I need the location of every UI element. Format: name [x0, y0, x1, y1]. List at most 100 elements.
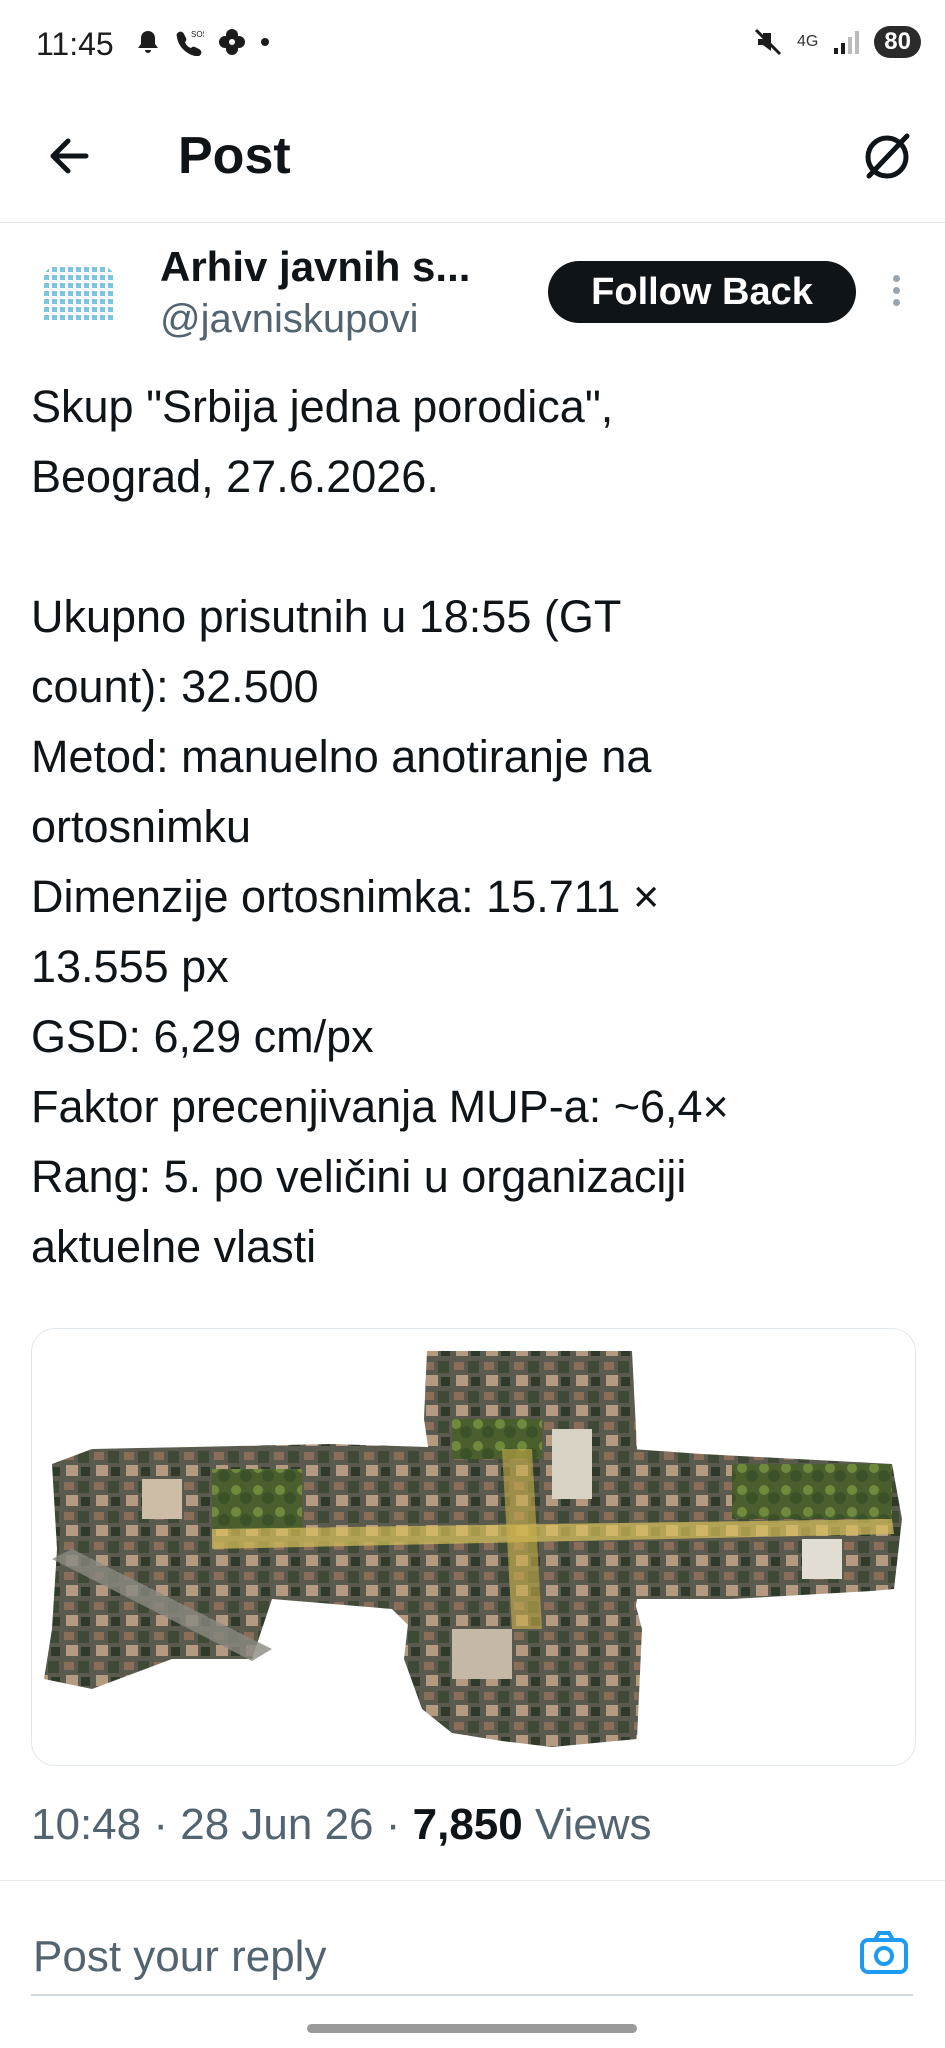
avatar[interactable] [34, 257, 124, 347]
logo-dot [60, 275, 65, 280]
logo-dot [84, 299, 89, 304]
logo-dot [68, 299, 73, 304]
logo-dot [44, 291, 49, 296]
post-text: Skup "Srbija jedna porodica", Beograd, 2… [31, 381, 729, 1272]
post-media-image[interactable] [31, 1328, 916, 1766]
logo-dot [108, 291, 113, 296]
views-label: Views [534, 1800, 652, 1849]
logo-dot [76, 267, 81, 272]
logo-dot [76, 283, 81, 288]
sos-call-icon: SOS [176, 30, 204, 56]
logo-dot [60, 315, 65, 320]
logo-dot [76, 315, 81, 320]
logo-dot [76, 299, 81, 304]
logo-dot [52, 283, 57, 288]
logo-dot [68, 291, 73, 296]
dot-icon [261, 38, 269, 46]
logo-dot [100, 307, 105, 312]
status-time: 11:45 [36, 26, 114, 62]
reply-bar [31, 1920, 911, 1994]
post-date: 28 Jun 26 [180, 1800, 374, 1849]
mute-icon [754, 28, 782, 56]
logo-dot [52, 299, 57, 304]
logo-dot [100, 283, 105, 288]
logo-dot [100, 291, 105, 296]
logo-dot [84, 315, 89, 320]
logo-dot [108, 275, 113, 280]
back-button[interactable] [40, 126, 100, 186]
camera-button[interactable] [857, 1926, 911, 1980]
logo-dot [76, 307, 81, 312]
logo-dot [60, 267, 65, 272]
logo-dot [100, 299, 105, 304]
author-handle[interactable]: @javniskupovi [160, 297, 419, 342]
logo-dot [92, 299, 97, 304]
logo-dot [76, 291, 81, 296]
meta-separator-dot: · [153, 1800, 181, 1849]
logo-dot [108, 283, 113, 288]
logo-dot [52, 307, 57, 312]
logo-dot [44, 283, 49, 288]
logo-dot [52, 267, 57, 272]
battery-indicator: 80 [874, 26, 921, 58]
logo-dot [100, 267, 105, 272]
logo-dot [108, 315, 113, 320]
reply-underline [31, 1994, 913, 1996]
bell-icon [138, 31, 158, 53]
logo-dot [60, 299, 65, 304]
status-right: 4G 80 [753, 26, 921, 58]
reply-input[interactable] [31, 1920, 815, 1994]
top-bar: Post [0, 90, 945, 223]
logo-dot [44, 267, 49, 272]
logo-dot [68, 315, 73, 320]
network-label: 4G [796, 33, 819, 50]
more-options-icon[interactable] [886, 271, 906, 321]
status-bar: 11:45 SOS 4G 80 [0, 0, 945, 90]
logo-dot [84, 307, 89, 312]
logo-dot [44, 315, 49, 320]
arrow-left-icon [50, 138, 89, 174]
logo-dot [44, 307, 49, 312]
logo-dot [68, 283, 73, 288]
logo-dot [92, 291, 97, 296]
logo-dot [52, 315, 57, 320]
status-notification-icons: SOS [136, 28, 270, 56]
logo-dot [100, 275, 105, 280]
follow-back-button[interactable]: Follow Back [548, 261, 856, 323]
logo-dot [60, 283, 65, 288]
orthomosaic-image [44, 1351, 902, 1747]
camera-icon [860, 1931, 908, 1974]
meta-separator-dot: · [385, 1800, 413, 1849]
logo-dot [84, 291, 89, 296]
grok-button[interactable] [857, 126, 917, 186]
logo-dot [60, 291, 65, 296]
grok-icon [865, 133, 910, 179]
logo-dot [108, 299, 113, 304]
logo-dot [92, 275, 97, 280]
logo-dot [92, 315, 97, 320]
logo-dot [68, 307, 73, 312]
logo-dot [84, 283, 89, 288]
post-meta: 10:48 · 28 Jun 26 · 7,850 Views [31, 1800, 652, 1850]
post-author-row: Arhiv javnih s... @javniskupovi Follow B… [0, 235, 945, 355]
logo-dot [76, 275, 81, 280]
home-indicator[interactable] [307, 2024, 637, 2033]
logo-dot [44, 275, 49, 280]
logo-dot [92, 283, 97, 288]
logo-dot [60, 307, 65, 312]
logo-dot [92, 307, 97, 312]
logo-dot [92, 267, 97, 272]
pinwheel-icon [219, 29, 245, 55]
logo-dot [52, 291, 57, 296]
views-count[interactable]: 7,850 [413, 1800, 523, 1849]
logo-dot [84, 275, 89, 280]
logo-dot [100, 315, 105, 320]
logo-dot [108, 267, 113, 272]
logo-dot [84, 267, 89, 272]
signal-icon [834, 31, 860, 54]
logo-dot [68, 275, 73, 280]
logo-dot [108, 307, 113, 312]
svg-text:SOS: SOS [191, 30, 204, 39]
author-name[interactable]: Arhiv javnih s... [160, 243, 470, 291]
logo-dot [44, 299, 49, 304]
